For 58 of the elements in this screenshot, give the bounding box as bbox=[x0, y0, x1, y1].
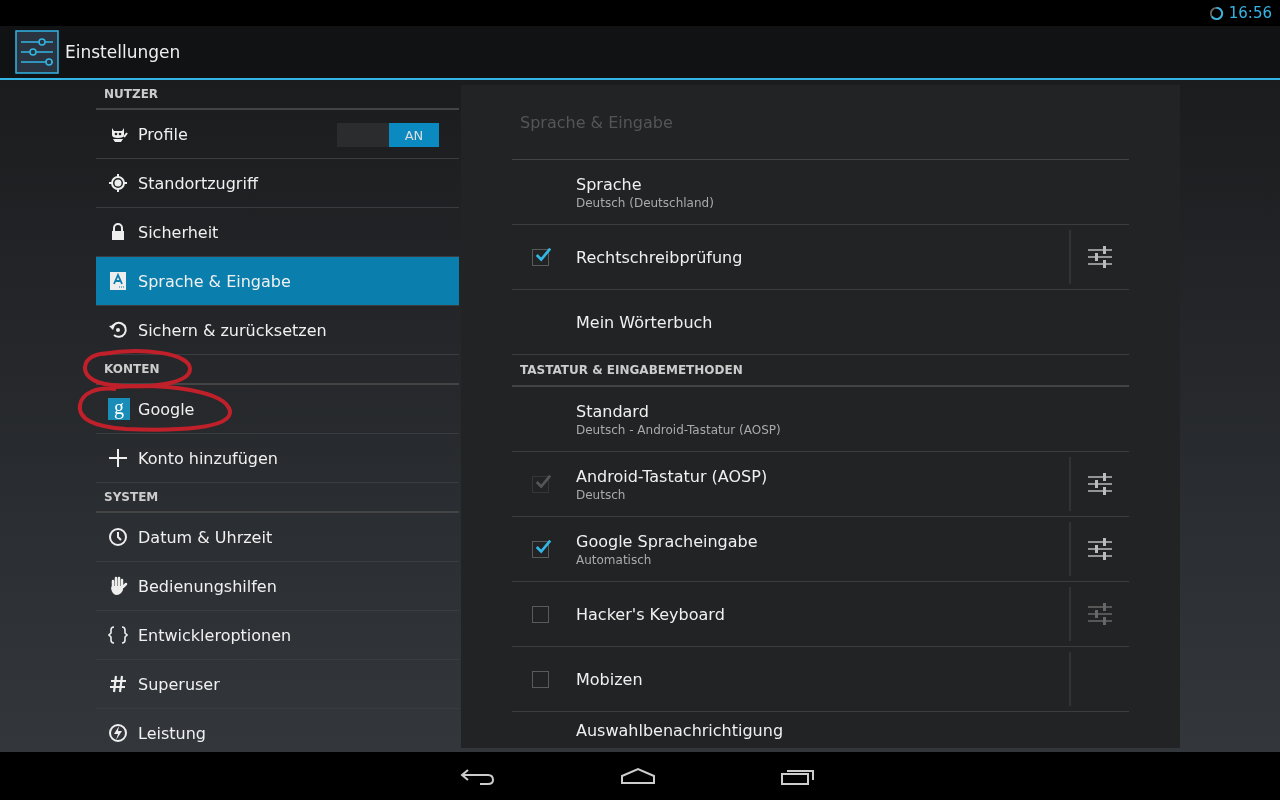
row-title: Hacker's Keyboard bbox=[576, 604, 726, 624]
section-header: SYSTEM bbox=[104, 490, 159, 504]
settings-row[interactable]: Google Spracheingabe Automatisch bbox=[512, 517, 1129, 582]
sidebar-item[interactable]: Bedienungshilfen bbox=[96, 562, 459, 611]
keyboard-letter-icon bbox=[108, 271, 128, 291]
row-title: Android-Tastatur (AOSP) bbox=[576, 466, 769, 486]
clock-icon bbox=[108, 527, 128, 547]
hand-icon bbox=[108, 576, 128, 596]
sidebar-item[interactable]: Konto hinzufügen bbox=[96, 434, 459, 483]
sidebar-item[interactable]: Sprache & Eingabe bbox=[96, 257, 459, 306]
sidebar-item[interactable]: Sichern & zurücksetzen bbox=[96, 306, 459, 355]
row-title: Mobizen bbox=[576, 669, 644, 689]
app-title: Einstellungen bbox=[65, 42, 181, 62]
letter-icon: g bbox=[108, 398, 130, 420]
bolt-icon bbox=[108, 723, 128, 743]
checkbox[interactable] bbox=[532, 670, 549, 688]
settings-row[interactable]: Standard Deutsch - Android-Tastatur (AOSP) bbox=[512, 387, 1129, 452]
settings-row[interactable]: Mein Wörterbuch bbox=[512, 290, 1129, 355]
settings-icon[interactable] bbox=[15, 30, 59, 74]
sidebar-item[interactable]: Datum & Uhrzeit bbox=[96, 513, 459, 562]
clock-time: 16:56 bbox=[1228, 4, 1272, 22]
sidebar-item[interactable]: Standortzugriff bbox=[96, 159, 459, 208]
sidebar-item[interactable]: Profile AN bbox=[96, 110, 459, 159]
settings-row[interactable]: Sprache Deutsch (Deutschland) bbox=[512, 160, 1129, 225]
row-title: Rechtschreibprüfung bbox=[576, 247, 744, 267]
sidebar-item[interactable]: g Google bbox=[96, 385, 459, 434]
sidebar-item[interactable]: Superuser bbox=[96, 660, 459, 709]
section-header: TASTATUR & EINGABEMETHODEN bbox=[520, 363, 743, 377]
sidebar-item[interactable]: Entwickleroptionen bbox=[96, 611, 459, 660]
back-icon[interactable] bbox=[460, 766, 496, 786]
row-subtitle: Deutsch - Android-Tastatur (AOSP) bbox=[576, 422, 782, 437]
home-icon[interactable] bbox=[620, 766, 656, 786]
plus-icon bbox=[108, 448, 128, 468]
sync-icon bbox=[1208, 5, 1224, 21]
braces-icon bbox=[108, 625, 128, 645]
settings-row[interactable]: Rechtschreibprüfung bbox=[512, 225, 1129, 290]
row-subtitle: Deutsch bbox=[576, 487, 627, 502]
checkbox[interactable] bbox=[532, 248, 549, 266]
row-subtitle: Automatisch bbox=[576, 552, 653, 567]
row-title: Google Spracheingabe bbox=[576, 531, 759, 551]
row-title: Standard bbox=[576, 401, 650, 421]
section-header: KONTEN bbox=[104, 362, 160, 376]
row-title: Mein Wörterbuch bbox=[576, 312, 714, 332]
settings-row[interactable]: Mobizen bbox=[512, 647, 1129, 712]
row-title: Auswahlbenachrichtigung bbox=[576, 721, 785, 740]
sliders-icon[interactable] bbox=[1087, 538, 1113, 560]
section-header: NUTZER bbox=[104, 87, 159, 101]
row-subtitle: Deutsch (Deutschland) bbox=[576, 195, 715, 210]
checkbox[interactable] bbox=[532, 605, 549, 623]
restore-icon bbox=[108, 320, 128, 340]
sliders-icon[interactable] bbox=[1087, 246, 1113, 268]
settings-row[interactable]: Auswahlbenachrichtigung bbox=[512, 712, 1129, 740]
settings-row[interactable]: Hacker's Keyboard bbox=[512, 582, 1129, 647]
location-icon bbox=[108, 173, 128, 193]
row-title: Sprache bbox=[576, 174, 643, 194]
sliders-icon[interactable] bbox=[1087, 603, 1113, 625]
hash-icon bbox=[108, 674, 128, 694]
checkbox[interactable] bbox=[532, 540, 549, 558]
